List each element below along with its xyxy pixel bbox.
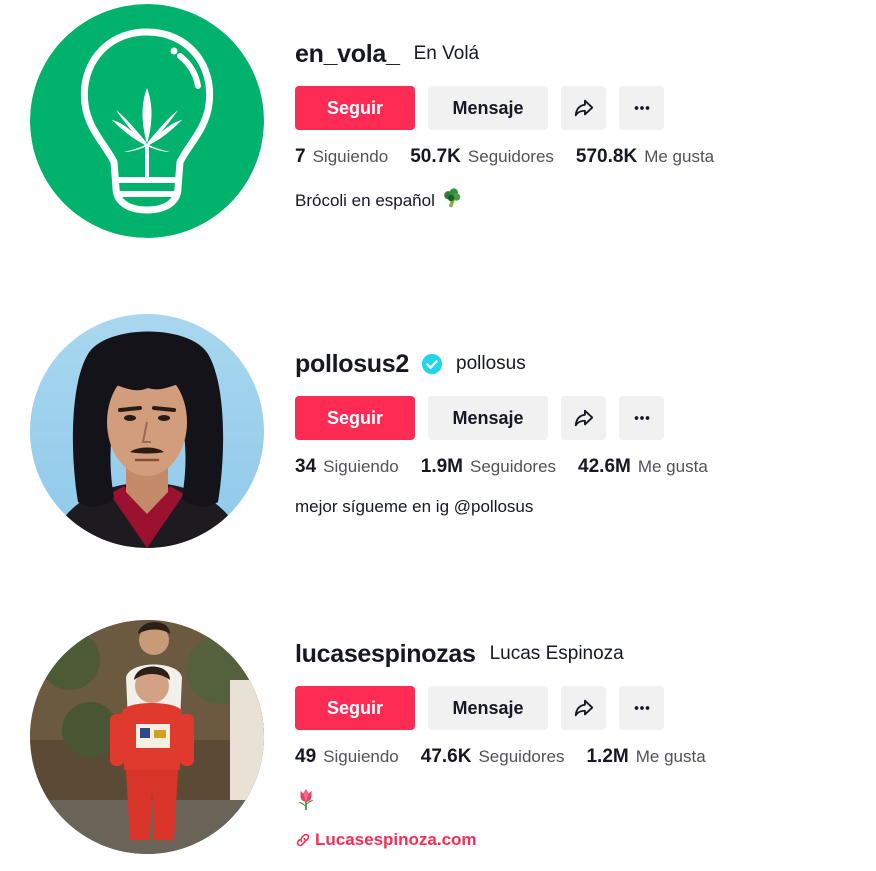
likes-label: Me gusta [635,747,706,766]
followers-count[interactable]: 50.7K [410,146,461,168]
avatar[interactable] [30,4,264,238]
following-label: Siguiendo [323,747,399,766]
profile-card-en-vola: en_vola_ En Volá Seguir Mensaje 7 Siguie… [0,0,876,250]
more-options-button[interactable] [619,686,664,730]
profile-info: pollosus2 pollosus Seguir Mensaje 34 Sig… [295,344,730,517]
website-link[interactable]: Lucasespinoza.com [295,830,728,850]
nickname: pollosus [456,353,526,374]
website-link-text[interactable]: Lucasespinoza.com [315,830,477,850]
avatar[interactable] [30,620,264,854]
name-row: pollosus2 pollosus [295,344,730,384]
more-options-button[interactable] [619,396,664,440]
followers-label: Seguidores [470,457,557,476]
avatar[interactable] [30,314,264,548]
nickname: En Volá [413,43,480,64]
vintage-children-photo [30,620,264,854]
username[interactable]: lucasespinozas [295,640,476,669]
bio: Brócoli en español [295,187,736,214]
verified-badge-icon [421,353,443,375]
stats-row: 34 Siguiendo 1.9M Seguidores 42.6M Me gu… [295,456,730,478]
follow-button[interactable]: Seguir [295,396,415,440]
more-horizontal-icon [634,416,649,420]
name-row: lucasespinozas Lucas Espinoza [295,634,728,674]
action-buttons: Seguir Mensaje [295,686,728,730]
message-button[interactable]: Mensaje [428,86,548,130]
profile-card-pollosus2: pollosus2 pollosus Seguir Mensaje 34 Sig… [0,310,876,560]
more-horizontal-icon [634,706,649,710]
action-buttons: Seguir Mensaje [295,396,730,440]
action-buttons: Seguir Mensaje [295,86,736,130]
profile-info: en_vola_ En Volá Seguir Mensaje 7 Siguie… [295,34,736,214]
likes-label: Me gusta [644,147,715,166]
profile-info: lucasespinozas Lucas Espinoza Seguir Men… [295,634,728,850]
share-arrow-icon [574,99,593,117]
message-button[interactable]: Mensaje [428,686,548,730]
nickname: Lucas Espinoza [489,643,624,664]
following-count[interactable]: 7 [295,146,306,168]
profile-card-lucasespinozas: lucasespinozas Lucas Espinoza Seguir Men… [0,600,876,871]
stats-row: 49 Siguiendo 47.6K Seguidores 1.2M Me gu… [295,746,728,768]
bio-text: mejor sígueme en ig @pollosus [295,497,534,516]
message-button[interactable]: Mensaje [428,396,548,440]
following-label: Siguiendo [323,457,399,476]
likes-label: Me gusta [637,457,708,476]
followers-label: Seguidores [467,147,554,166]
share-button[interactable] [561,396,606,440]
bio-text: Brócoli en español [295,190,435,210]
likes-count: 42.6M [578,456,631,477]
lightbulb-leaf-logo [30,4,264,238]
following-label: Siguiendo [312,147,389,166]
followers-count[interactable]: 1.9M [421,456,463,478]
follow-button[interactable]: Seguir [295,686,415,730]
bio [295,787,728,816]
broccoli-icon [441,187,463,214]
tulip-icon [295,787,317,816]
likes-count: 570.8K [575,146,638,167]
share-button[interactable] [561,86,606,130]
more-options-button[interactable] [619,86,664,130]
bio: mejor sígueme en ig @pollosus [295,497,730,517]
followers-label: Seguidores [478,747,565,766]
share-arrow-icon [574,699,593,717]
following-count[interactable]: 49 [295,746,316,768]
followers-count[interactable]: 47.6K [421,746,472,768]
likes-count: 1.2M [586,746,629,767]
username[interactable]: pollosus2 [295,350,409,379]
stats-row: 7 Siguiendo 50.7K Seguidores 570.8K Me g… [295,146,736,168]
share-arrow-icon [574,409,593,427]
link-icon [296,833,310,847]
more-horizontal-icon [634,106,649,110]
follow-button[interactable]: Seguir [295,86,415,130]
man-portrait-photo [30,314,264,548]
username[interactable]: en_vola_ [295,40,400,69]
name-row: en_vola_ En Volá [295,34,736,74]
following-count[interactable]: 34 [295,456,316,478]
share-button[interactable] [561,686,606,730]
